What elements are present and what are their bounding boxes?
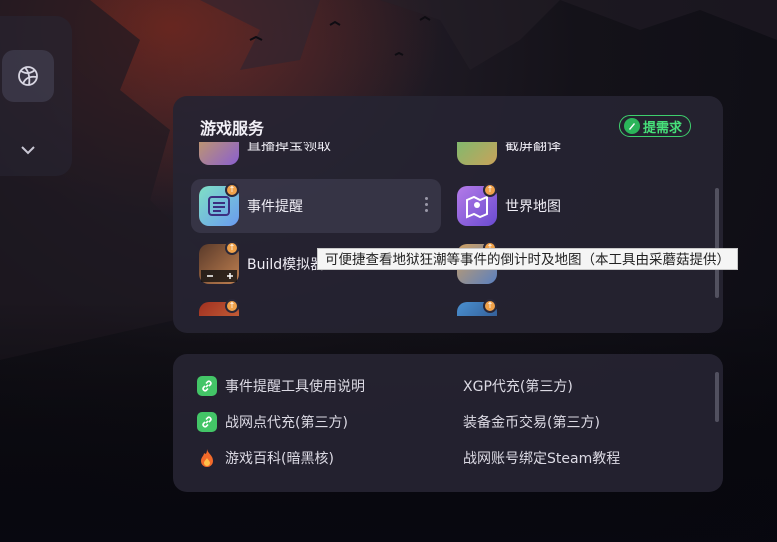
link-icon (197, 376, 217, 396)
panel-scrollbar[interactable] (715, 188, 719, 298)
link-item[interactable]: 战网账号绑定Steam教程 (463, 447, 620, 469)
request-feature-label: 提需求 (643, 120, 683, 136)
left-sidebar (0, 16, 72, 176)
link-label: 战网账号绑定Steam教程 (463, 451, 621, 467)
service-grid: 直播掉宝领取 截屏翻译 ↑ 事件提醒 ↑ 世界地图 ↑ Build模拟器 ↑ ↑ (173, 142, 723, 316)
link-item[interactable]: 游戏百科(暗黑核) (197, 447, 334, 469)
link-label: XGP代充(第三方) (463, 379, 573, 395)
link-item[interactable]: 事件提醒工具使用说明 (197, 375, 365, 397)
tile-label: 截屏翻译 (505, 142, 561, 154)
tile-screenshot-translate[interactable]: 截屏翻译 (449, 142, 699, 172)
link-item[interactable]: XGP代充(第三方) (463, 375, 573, 397)
link-label: 游戏百科(暗黑核) (225, 451, 334, 467)
tile-live-drop[interactable]: 直播掉宝领取 (191, 142, 441, 172)
tile-event-reminder[interactable]: ↑ 事件提醒 (191, 179, 441, 233)
update-badge-icon: ↑ (225, 241, 239, 255)
tile-label: 世界地图 (505, 199, 561, 215)
tile-label: Build模拟器 (247, 257, 325, 273)
panel-title: 游戏服务 (200, 119, 265, 138)
fire-icon (197, 448, 217, 468)
links-scrollbar[interactable] (715, 372, 719, 422)
link-label: 战网点代充(第三方) (225, 415, 348, 431)
tile-label: 直播掉宝领取 (247, 142, 331, 154)
link-label: 事件提醒工具使用说明 (225, 379, 365, 395)
game-service-panel: 游戏服务 提需求 直播掉宝领取 截屏翻译 ↑ 事件提醒 ↑ 世界地图 ↑ Bui… (173, 96, 723, 333)
link-item[interactable]: 装备金币交易(第三方) (463, 411, 600, 433)
tile-world-map[interactable]: ↑ 世界地图 (449, 179, 699, 233)
tile-label: 事件提醒 (247, 199, 303, 215)
link-item[interactable]: 战网点代充(第三方) (197, 411, 348, 433)
update-badge-icon: ↑ (225, 183, 239, 197)
links-panel: 事件提醒工具使用说明 XGP代充(第三方) 战网点代充(第三方) 装备金币交易(… (173, 354, 723, 492)
tile-app[interactable]: ↑ (191, 295, 441, 316)
live-drop-icon (199, 142, 239, 165)
link-label: 装备金币交易(第三方) (463, 415, 600, 431)
more-options-icon[interactable] (425, 197, 429, 212)
brush-icon (624, 118, 640, 134)
screenshot-translate-icon (457, 142, 497, 165)
link-icon (197, 412, 217, 432)
tooltip: 可便捷查看地狱狂潮等事件的倒计时及地图（本工具由采蘑菇提供） (317, 248, 738, 270)
basketball-icon[interactable] (2, 50, 54, 102)
tile-app[interactable]: ↑ (449, 295, 699, 316)
update-badge-icon: ↑ (225, 299, 239, 313)
update-badge-icon: ↑ (483, 299, 497, 313)
update-badge-icon: ↑ (483, 183, 497, 197)
chevron-down-icon[interactable] (6, 128, 50, 172)
request-feature-button[interactable]: 提需求 (619, 115, 692, 137)
